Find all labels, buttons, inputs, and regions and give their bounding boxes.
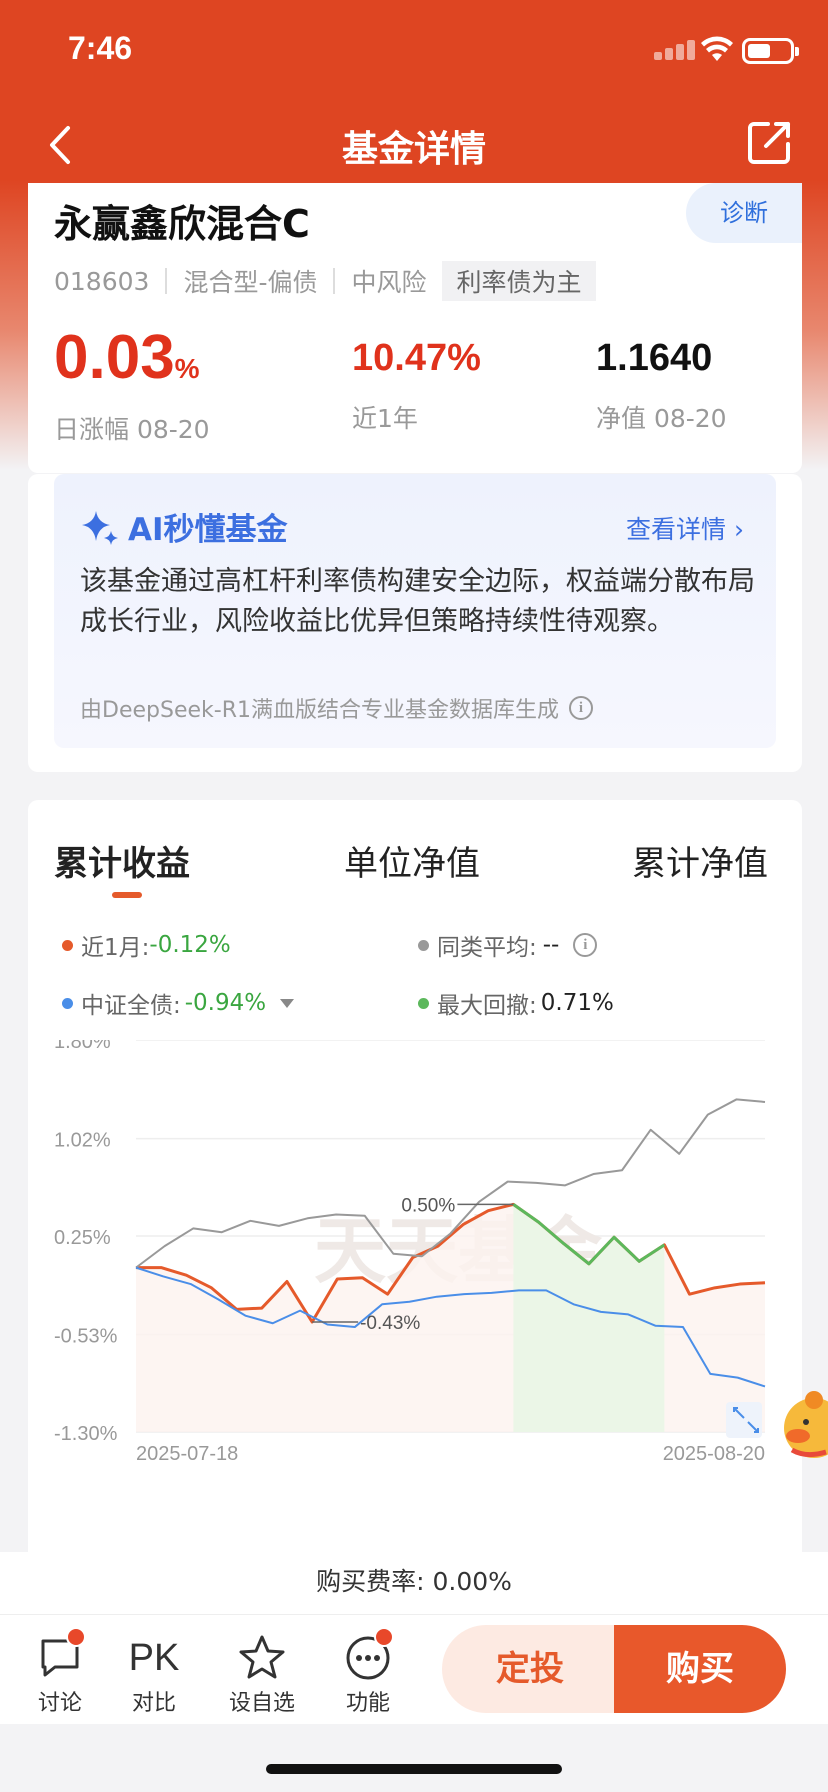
ai-title-text: AI秒懂基金 (128, 512, 288, 548)
legend-dot (62, 939, 73, 951)
diagnose-button[interactable]: 诊断 (686, 183, 802, 243)
daily-change-unit: % (174, 353, 200, 384)
chart-tabs: 累计收益 单位净值 累计净值 (28, 836, 802, 896)
watchlist-label: 设自选 (228, 1691, 295, 1716)
wifi-icon (701, 36, 733, 61)
ai-view-details-label: 查看详情 (626, 515, 727, 544)
annotation-label: 0.50% (401, 1195, 455, 1216)
page-title: 基金详情 (341, 129, 486, 170)
legend-dot (62, 997, 73, 1009)
tab-unit-nav[interactable]: 单位净值 (344, 836, 480, 885)
legend-dot (418, 939, 429, 951)
tab-cumulative-return[interactable]: 累计收益 (54, 836, 190, 885)
nav-value: 1.1640 (596, 337, 713, 379)
ai-summary-text: 该基金通过高杠杆利率债构建安全边际，权益端分散布局成长行业，风险收益比优异但策略… (80, 566, 755, 637)
fund-type: 混合型-偏债 (183, 268, 318, 297)
x-tick-label: 2025-08-20 (663, 1443, 765, 1465)
fund-code: 018603 (54, 266, 150, 296)
legend-month-label: 近1月: (81, 935, 150, 961)
battery-icon (742, 38, 799, 64)
legend-drawdown: 最大回撤: 0.71% (418, 986, 614, 1020)
watchlist-button[interactable]: 设自选 (222, 1631, 302, 1717)
nav-bar: 基金详情 (0, 110, 828, 180)
info-icon[interactable]: i (568, 696, 593, 720)
annotation-label: -0.43% (360, 1313, 420, 1334)
notification-badge (374, 1627, 394, 1647)
legend-index-value: -0.94% (184, 990, 267, 1016)
ai-view-details-link[interactable]: 查看详情 › (626, 510, 744, 546)
dropdown-caret-icon[interactable] (280, 998, 295, 1008)
purchase-fee: 购买费率: 0.00% (0, 1552, 828, 1614)
discuss-button[interactable]: 讨论 (20, 1627, 100, 1717)
bottom-action-bar: 讨论 PK 对比 设自选 功能 定投 购买 (0, 1614, 828, 1724)
compare-label: 对比 (131, 1691, 176, 1716)
nav-label: 净值 08-20 (596, 404, 727, 433)
ai-footer: 由DeepSeek-R1满血版结合专业基金数据库生成 i (80, 692, 593, 724)
daily-change-value: 0.03 (54, 323, 175, 392)
year-return-metric: 10.47% 近1年 (352, 323, 481, 435)
legend-dot (418, 997, 429, 1009)
y-tick-label: -0.53% (54, 1326, 118, 1348)
home-area (0, 1724, 828, 1792)
status-bar: 7:46 (0, 0, 828, 100)
fund-risk: 中风险 (351, 268, 427, 297)
fund-area (136, 1204, 765, 1432)
y-tick-label: 1.02% (54, 1130, 111, 1152)
divider (165, 268, 168, 294)
daily-change-label: 日涨幅 08-20 (54, 415, 210, 444)
legend-month-value: -0.12% (149, 932, 231, 958)
y-tick-label: 1.80% (54, 1040, 111, 1053)
legend-month: 近1月: -0.12% (62, 928, 231, 962)
fund-name: 永赢鑫欣混合C (54, 202, 310, 246)
x-tick-label: 2025-07-18 (136, 1443, 238, 1465)
function-button[interactable]: 功能 (328, 1627, 408, 1717)
nav-metric: 1.1640 净值 08-20 (596, 323, 727, 435)
home-indicator[interactable] (266, 1764, 562, 1774)
tab-indicator (112, 892, 142, 898)
year-return-label: 近1年 (352, 404, 418, 433)
signal-icon (654, 40, 702, 60)
y-tick-label: -1.30% (54, 1423, 118, 1445)
sip-button[interactable]: 定投 (442, 1625, 618, 1713)
buy-button[interactable]: 购买 (614, 1625, 786, 1713)
fund-summary-card: 永赢鑫欣混合C 诊断 018603 混合型-偏债 中风险 利率债为主 0.03%… (28, 183, 802, 473)
legend-peer: 同类平均: -- i (418, 928, 598, 962)
status-time: 7:46 (68, 30, 133, 66)
ai-title: AI秒懂基金 (80, 504, 288, 549)
ai-footer-text: 由DeepSeek-R1满血版结合专业基金数据库生成 (80, 698, 559, 723)
legend-index-label: 中证全债: (81, 993, 181, 1019)
star-icon (239, 1635, 285, 1679)
function-label: 功能 (345, 1691, 390, 1716)
divider (333, 268, 336, 294)
ai-section: AI秒懂基金 查看详情 › 该基金通过高杠杆利率债构建安全边际，权益端分散布局成… (28, 474, 802, 772)
legend-peer-label: 同类平均: (437, 935, 537, 961)
expand-icon[interactable] (726, 1402, 762, 1438)
performance-card: 累计收益 单位净值 累计净值 近1月: -0.12% 同类平均: -- i 中证… (28, 800, 802, 1560)
fund-tags: 018603 混合型-偏债 中风险 利率债为主 (54, 261, 596, 301)
legend-drawdown-value: 0.71% (540, 990, 614, 1016)
mascot-icon[interactable] (776, 1386, 828, 1466)
tab-cumulative-nav[interactable]: 累计净值 (632, 836, 768, 885)
compare-button[interactable]: PK 对比 (114, 1631, 194, 1717)
info-icon[interactable]: i (573, 933, 598, 957)
legend-index[interactable]: 中证全债: -0.94% (62, 986, 295, 1020)
chevron-right-icon: › (734, 515, 744, 544)
fund-tag: 利率债为主 (442, 261, 596, 301)
share-icon[interactable] (746, 118, 794, 166)
ai-summary-card[interactable]: AI秒懂基金 查看详情 › 该基金通过高杠杆利率债构建安全边际，权益端分散布局成… (54, 474, 776, 748)
legend-peer-value: -- (542, 932, 560, 958)
pk-icon: PK (128, 1637, 180, 1679)
daily-change-metric: 0.03% 日涨幅 08-20 (54, 323, 210, 446)
year-return-value: 10.47% (352, 337, 481, 379)
notification-badge (66, 1627, 86, 1647)
discuss-label: 讨论 (37, 1691, 82, 1716)
y-tick-label: 0.25% (54, 1227, 111, 1249)
sparkle-icon (82, 510, 118, 545)
legend-drawdown-label: 最大回撤: (437, 993, 537, 1019)
performance-chart[interactable]: 1.80% 1.02% 0.25% -0.53% -1.30% 2025-07-18 202… (28, 1040, 802, 1560)
